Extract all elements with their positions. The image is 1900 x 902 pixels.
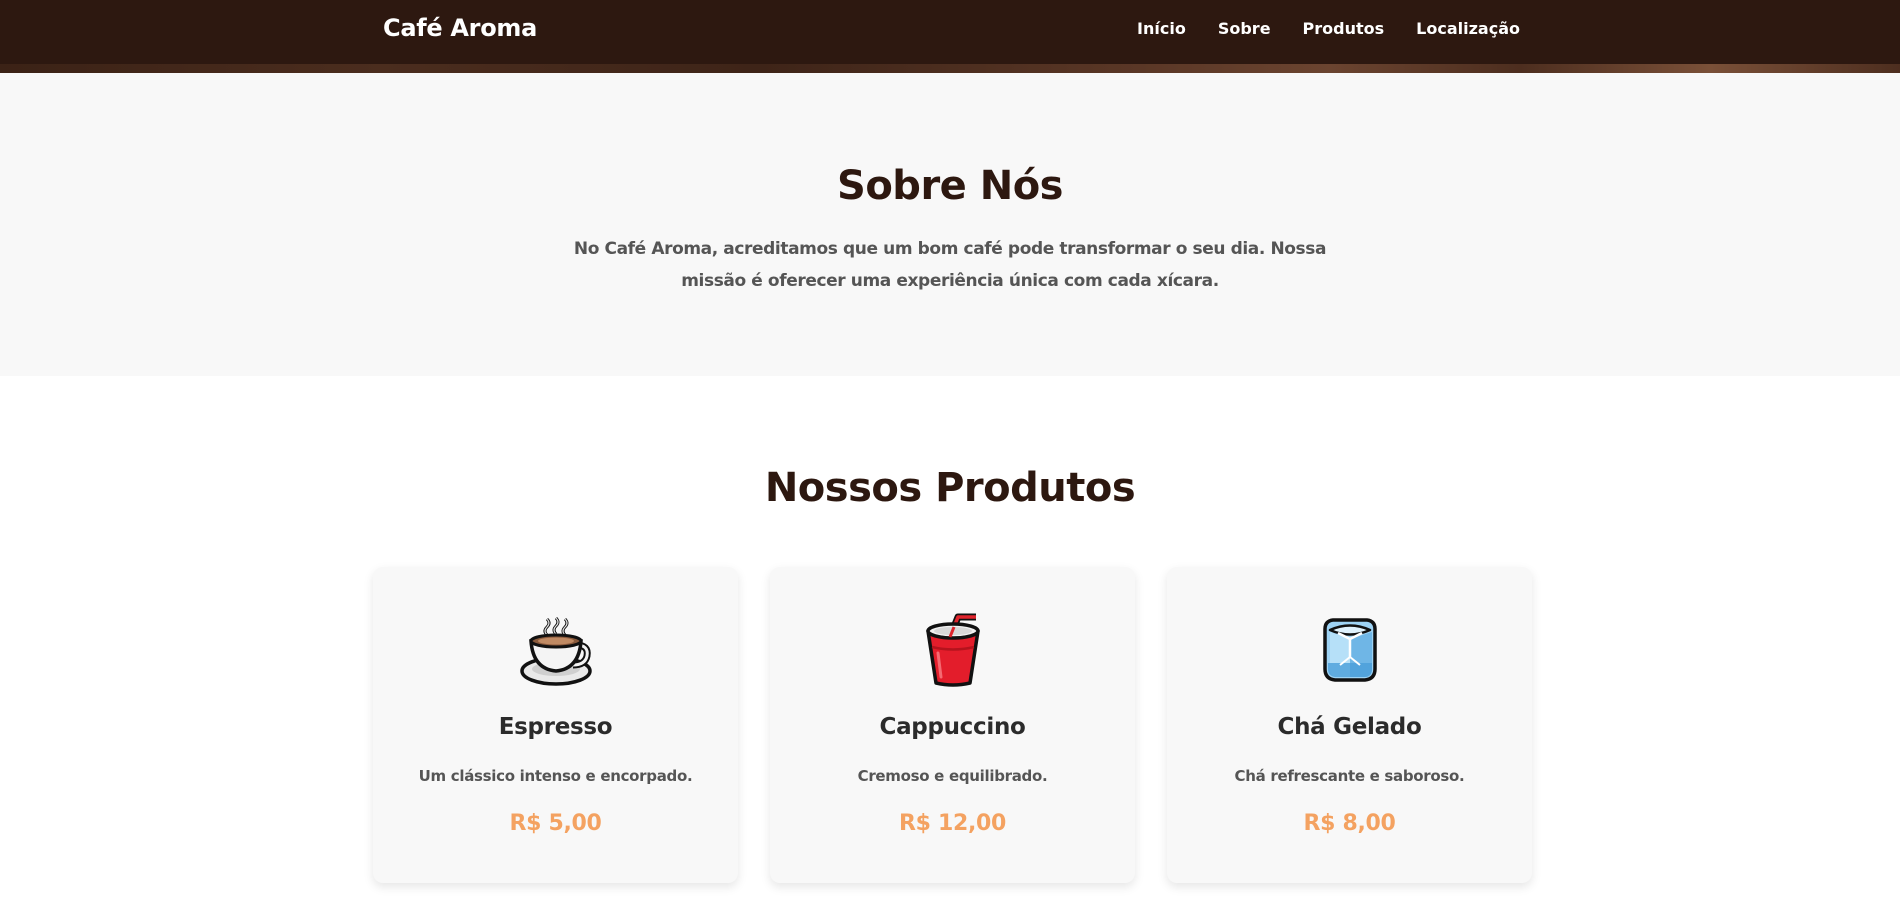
product-card-cappuccino[interactable]: Cappuccino Cremoso e equilibrado. R$ 12,… bbox=[770, 567, 1135, 883]
cup-with-straw-icon bbox=[916, 613, 990, 687]
product-price: R$ 5,00 bbox=[509, 811, 602, 836]
hot-coffee-icon bbox=[519, 613, 593, 687]
nav-link-sobre[interactable]: Sobre bbox=[1218, 19, 1271, 38]
product-name: Cappuccino bbox=[879, 714, 1026, 740]
brand-logo[interactable]: Café Aroma bbox=[383, 14, 537, 42]
nav-links: Início Sobre Produtos Localização bbox=[1137, 19, 1520, 38]
nav-link-inicio[interactable]: Início bbox=[1137, 19, 1186, 38]
product-price: R$ 8,00 bbox=[1303, 811, 1396, 836]
nav-link-produtos[interactable]: Produtos bbox=[1303, 19, 1385, 38]
navbar-hero-strip bbox=[0, 64, 1900, 73]
product-price: R$ 12,00 bbox=[898, 811, 1007, 836]
product-name: Chá Gelado bbox=[1277, 714, 1422, 740]
nav-link-localizacao[interactable]: Localização bbox=[1416, 19, 1520, 38]
top-navbar: Café Aroma Início Sobre Produtos Localiz… bbox=[0, 0, 1900, 73]
navbar-bar bbox=[0, 0, 1900, 64]
products-section: Nossos Produtos Espresso Um clássico int… bbox=[0, 376, 1900, 902]
product-card-espresso[interactable]: Espresso Um clássico intenso e encorpado… bbox=[373, 567, 738, 883]
product-description: Cremoso e equilibrado. bbox=[857, 767, 1048, 785]
product-description: Um clássico intenso e encorpado. bbox=[418, 767, 693, 785]
about-title: Sobre Nós bbox=[837, 163, 1063, 209]
product-card-cha-gelado[interactable]: Chá Gelado Chá refrescante e saboroso. R… bbox=[1167, 567, 1532, 883]
products-title: Nossos Produtos bbox=[764, 465, 1136, 511]
about-text: No Café Aroma, acreditamos que um bom ca… bbox=[573, 239, 1327, 291]
ice-cube-icon bbox=[1313, 613, 1387, 687]
product-cards: Espresso Um clássico intenso e encorpado… bbox=[373, 567, 1532, 883]
about-section: Sobre Nós No Café Aroma, acreditamos que… bbox=[0, 73, 1900, 376]
product-description: Chá refrescante e saboroso. bbox=[1234, 767, 1465, 785]
product-name: Espresso bbox=[498, 714, 613, 740]
